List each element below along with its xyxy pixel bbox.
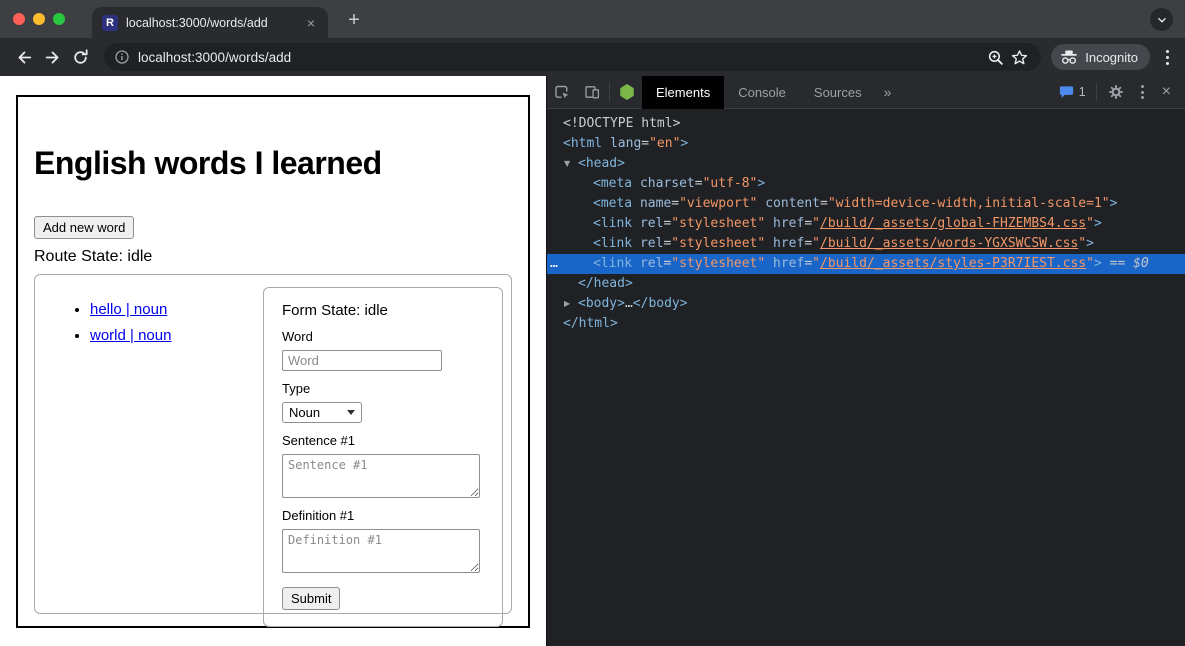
toolbar-separator — [1096, 83, 1097, 101]
reload-button[interactable] — [66, 43, 94, 71]
new-tab-button[interactable]: + — [340, 6, 368, 34]
definition-textarea[interactable] — [282, 529, 480, 573]
chevron-down-icon — [1155, 13, 1169, 27]
content-area: English words I learned Add new word Rou… — [0, 76, 1185, 646]
star-icon — [1011, 49, 1028, 66]
dom-tree-node[interactable]: …<link rel="stylesheet" href="/build/_as… — [547, 254, 1185, 274]
web-page: English words I learned Add new word Rou… — [0, 76, 546, 646]
forward-arrow-icon — [44, 49, 61, 66]
reload-icon — [72, 49, 89, 66]
submit-button[interactable]: Submit — [282, 587, 340, 610]
selected-node-gutter-dots: … — [550, 254, 557, 274]
node-devtools-button[interactable] — [612, 76, 642, 109]
sentence-label: Sentence #1 — [282, 433, 484, 448]
form-state-text: Form State: idle — [282, 302, 484, 319]
tab-title: localhost:3000/words/add — [126, 16, 302, 30]
devtools-menu-button[interactable] — [1133, 85, 1152, 99]
dom-tree-node[interactable]: </head> — [547, 274, 1185, 294]
issues-count: 1 — [1079, 85, 1086, 99]
forward-button[interactable] — [38, 43, 66, 71]
dom-tree-node[interactable]: <link rel="stylesheet" href="/build/_ass… — [547, 234, 1185, 254]
tab-console[interactable]: Console — [724, 76, 800, 109]
dom-tree-node[interactable]: <!DOCTYPE html> — [547, 114, 1185, 134]
type-select[interactable]: Noun — [282, 402, 362, 423]
tab-close-icon[interactable]: × — [302, 14, 320, 32]
dom-tree-node[interactable]: <meta name="viewport" content="width=dev… — [547, 194, 1185, 214]
collapse-arrow-icon[interactable]: ▶ — [564, 294, 570, 314]
add-word-button[interactable]: Add new word — [34, 216, 134, 239]
browser-menu-button[interactable] — [1160, 50, 1175, 65]
type-select-value: Noun — [289, 405, 320, 420]
close-window-button[interactable] — [13, 13, 25, 25]
word-input[interactable] — [282, 350, 442, 371]
list-item: world | noun — [90, 327, 171, 344]
browser-toolbar: localhost:3000/words/add — [0, 38, 1185, 76]
incognito-label: Incognito — [1085, 50, 1138, 65]
info-icon[interactable] — [114, 49, 130, 65]
device-toolbar-icon — [584, 84, 600, 100]
device-toolbar-button[interactable] — [577, 76, 607, 109]
inspect-cursor-icon — [554, 84, 570, 100]
app-container: English words I learned Add new word Rou… — [16, 95, 530, 628]
gear-icon — [1108, 84, 1124, 100]
back-arrow-icon — [16, 49, 33, 66]
word-link-world[interactable]: world | noun — [90, 327, 171, 344]
zoom-magnifier-icon — [987, 49, 1004, 66]
word-label: Word — [282, 329, 484, 344]
dom-tree-node[interactable]: <link rel="stylesheet" href="/build/_ass… — [547, 214, 1185, 234]
page-title: English words I learned — [34, 145, 512, 182]
more-tabs-button[interactable]: » — [876, 84, 900, 100]
devtools-panel: Elements Console Sources » 1 — [546, 76, 1185, 646]
word-link-hello[interactable]: hello | noun — [90, 301, 167, 318]
issues-counter[interactable]: 1 — [1053, 85, 1092, 99]
traffic-lights — [13, 13, 65, 25]
nodejs-hexagon-icon — [620, 84, 635, 100]
incognito-badge: Incognito — [1051, 44, 1150, 70]
toolbar-separator — [609, 83, 610, 101]
inspect-element-button[interactable] — [547, 76, 577, 109]
devtools-close-button[interactable]: × — [1154, 83, 1179, 101]
dom-tree-node[interactable]: ▶<body>…</body> — [547, 294, 1185, 314]
dom-tree-node[interactable]: </html> — [547, 314, 1185, 334]
tab-elements[interactable]: Elements — [642, 76, 724, 109]
dom-tree-node[interactable]: <meta charset="utf-8"> — [547, 174, 1185, 194]
url-text[interactable]: localhost:3000/words/add — [138, 50, 983, 65]
remix-favicon: R — [102, 15, 118, 31]
back-button[interactable] — [10, 43, 38, 71]
type-label: Type — [282, 381, 484, 396]
words-panel: hello | noun world | noun Form State: id… — [34, 274, 512, 614]
dom-tree-node[interactable]: <html lang="en"> — [547, 134, 1185, 154]
message-bubble-icon — [1059, 85, 1074, 99]
address-bar[interactable]: localhost:3000/words/add — [104, 43, 1041, 71]
definition-label: Definition #1 — [282, 508, 484, 523]
browser-window: R localhost:3000/words/add × + — [0, 0, 1185, 646]
sentence-textarea[interactable] — [282, 454, 480, 498]
word-list: hello | noun world | noun — [35, 301, 171, 353]
devtools-settings-button[interactable] — [1101, 76, 1131, 109]
tab-search-button[interactable] — [1150, 8, 1173, 31]
maximize-window-button[interactable] — [53, 13, 65, 25]
bookmark-star-button[interactable] — [1007, 45, 1031, 69]
elements-tree: <!DOCTYPE html><html lang="en">▼<head><m… — [547, 109, 1185, 334]
add-word-form: Form State: idle Word Type Noun Sentence… — [263, 287, 503, 627]
browser-tab[interactable]: R localhost:3000/words/add × — [92, 7, 328, 38]
dom-tree-node[interactable]: ▼<head> — [547, 154, 1185, 174]
zoom-button[interactable] — [983, 45, 1007, 69]
tab-sources[interactable]: Sources — [800, 76, 876, 109]
devtools-toolbar: Elements Console Sources » 1 — [547, 76, 1185, 109]
minimize-window-button[interactable] — [33, 13, 45, 25]
incognito-spy-icon — [1060, 50, 1078, 65]
expand-arrow-icon[interactable]: ▼ — [564, 154, 570, 174]
select-caret-icon — [347, 410, 355, 415]
list-item: hello | noun — [90, 301, 171, 318]
route-state-text: Route State: idle — [34, 248, 512, 266]
tab-strip: R localhost:3000/words/add × + — [0, 0, 1185, 38]
